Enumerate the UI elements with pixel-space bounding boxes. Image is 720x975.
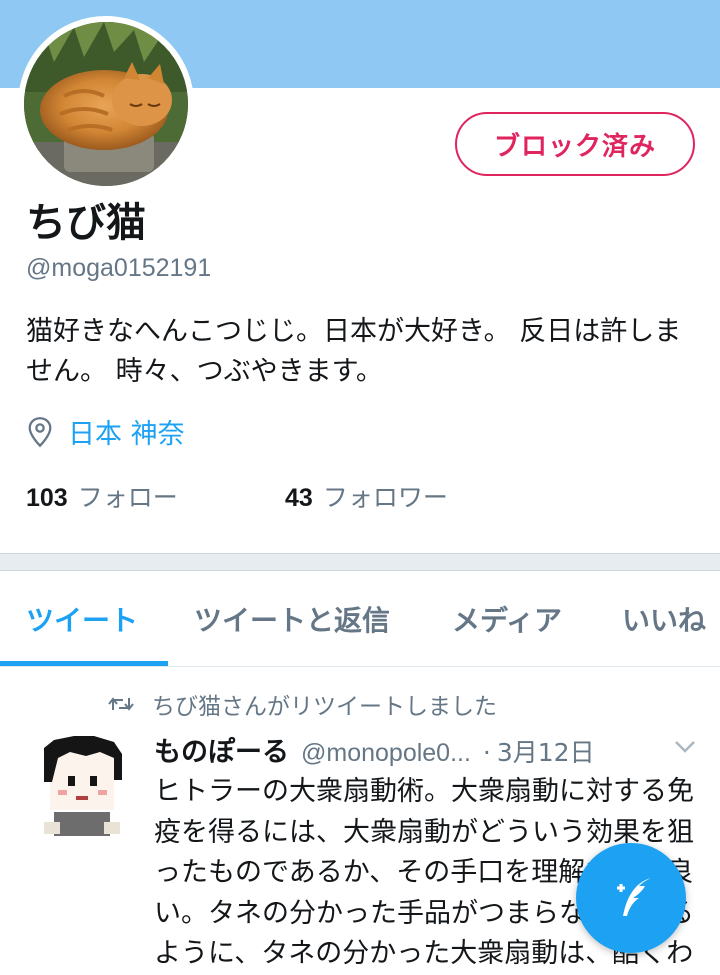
following-label: フォロー bbox=[77, 483, 178, 512]
section-divider bbox=[0, 553, 720, 571]
profile-name: ちび猫 bbox=[26, 200, 146, 246]
followers-label: フォロワー bbox=[322, 483, 448, 512]
tab-likes[interactable]: いいね bbox=[622, 599, 706, 639]
tweet-header: ものぽーる @monopole0... · 3月12日 bbox=[154, 730, 595, 769]
profile-tabs: ツイート ツイートと返信 メディア いいね bbox=[0, 571, 720, 667]
retweet-icon bbox=[108, 697, 134, 711]
retweet-notice-text[interactable]: ちび猫さんがリツイートしました bbox=[152, 687, 497, 721]
profile-location: 日本 神奈 bbox=[26, 412, 185, 451]
active-tab-indicator bbox=[0, 661, 168, 666]
tweet-separator: · bbox=[482, 738, 491, 767]
retweet-notice: ちび猫さんがリツイートしました bbox=[108, 687, 497, 721]
location-pin-icon bbox=[28, 416, 52, 447]
following-stat[interactable]: 103 フォロー bbox=[26, 478, 285, 514]
tweet-date[interactable]: 3月12日 bbox=[497, 733, 595, 769]
tab-media[interactable]: メディア bbox=[452, 599, 562, 639]
blocked-button[interactable]: ブロック済み bbox=[455, 112, 695, 176]
location-link[interactable]: 日本 神奈 bbox=[68, 412, 185, 451]
tweet-author-name[interactable]: ものぽーる bbox=[154, 730, 289, 769]
compose-tweet-button[interactable] bbox=[576, 843, 686, 953]
chevron-down-icon[interactable] bbox=[674, 740, 696, 754]
tab-tweets[interactable]: ツイート bbox=[26, 599, 138, 639]
profile-avatar[interactable] bbox=[18, 16, 194, 192]
followers-count: 43 bbox=[285, 484, 313, 512]
profile-handle: @moga0152191 bbox=[26, 254, 212, 282]
profile-bio: 猫好きなへんこつじじ。日本が大好き。 反日は許しません。 時々、つぶやきます。 bbox=[26, 316, 682, 387]
profile-stats: 103 フォロー 43 フォロワー bbox=[26, 478, 448, 514]
compose-tweet-icon bbox=[617, 878, 651, 916]
tab-tweets-and-replies[interactable]: ツイートと返信 bbox=[194, 599, 390, 639]
tweet-author-handle[interactable]: @monopole0... bbox=[301, 739, 471, 768]
tweet-author-avatar[interactable] bbox=[30, 732, 134, 840]
following-count: 103 bbox=[26, 484, 68, 512]
pixel-character-image bbox=[44, 736, 122, 836]
cat-photo bbox=[24, 22, 188, 186]
followers-stat[interactable]: 43 フォロワー bbox=[285, 478, 448, 514]
